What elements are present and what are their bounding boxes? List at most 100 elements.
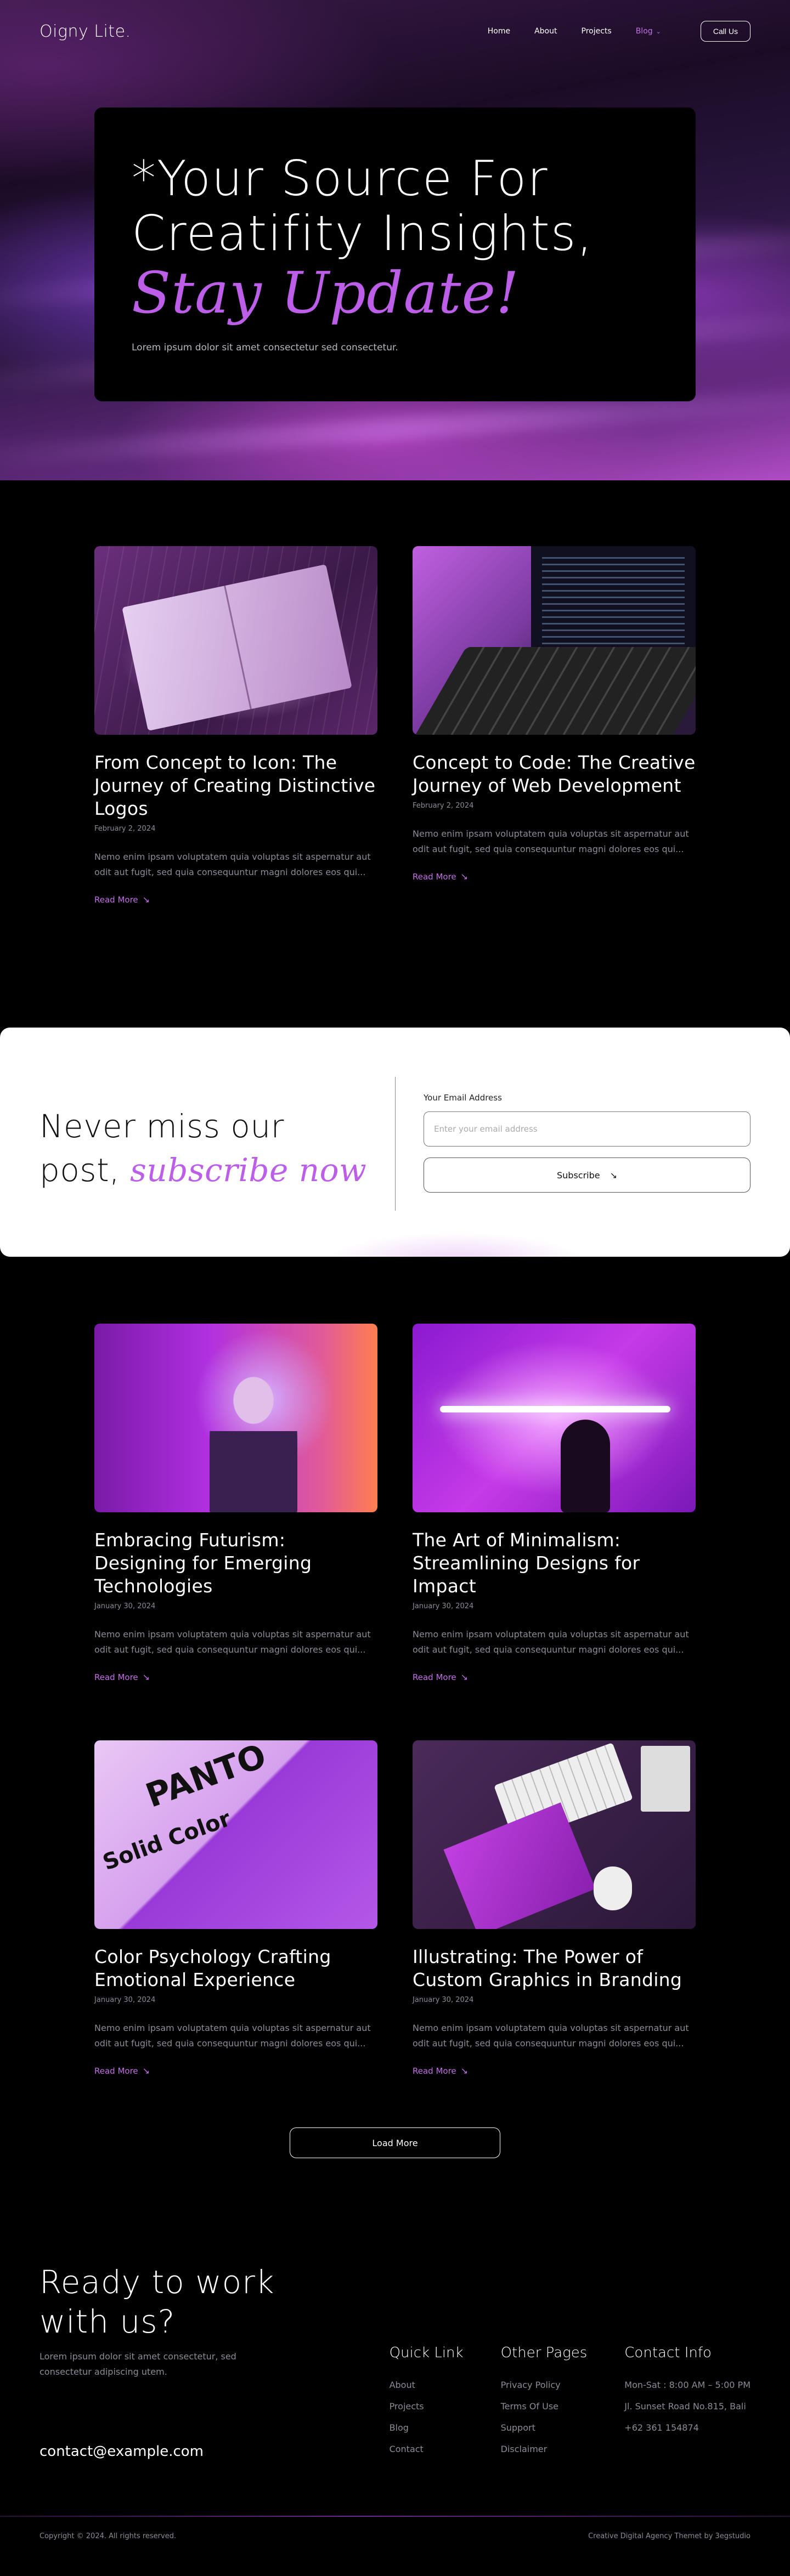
post-excerpt: Nemo enim ipsam voluptatem quia voluptas… [413, 1629, 689, 1655]
footer-contact-info: Contact Info Mon-Sat : 8:00 AM – 5:00 PM… [624, 2345, 751, 2460]
footer-link-about[interactable]: About [390, 2374, 464, 2396]
subscribe-form: Your Email Address Subscribe ↘ [424, 1092, 751, 1193]
arrow-down-right-icon: ↘ [142, 894, 150, 905]
footer-link-projects[interactable]: Projects [390, 2396, 464, 2417]
post-card: From Concept to Icon: The Journey of Cre… [94, 546, 377, 905]
post-image-logo-sketchbook[interactable] [94, 546, 377, 735]
footer-title-line2: with us? [40, 2303, 176, 2340]
nav-link-home[interactable]: Home [488, 27, 510, 36]
post-card: The Art of Minimalism: Streamlining Desi… [413, 1324, 696, 1682]
post-title[interactable]: Color Psychology Crafting Emotional Expe… [94, 1945, 377, 1991]
arrow-down-right-icon: ↘ [142, 1672, 150, 1682]
contact-phone[interactable]: +62 361 154874 [624, 2417, 751, 2438]
post-title[interactable]: Embracing Futurism: Designing for Emergi… [94, 1529, 377, 1598]
read-more-label: Read More [413, 871, 456, 882]
other-pages-heading: Other Pages [500, 2345, 588, 2361]
read-more-label: Read More [94, 1672, 138, 1682]
read-more-label: Read More [94, 2066, 138, 2076]
post-date: January 30, 2024 [413, 1602, 474, 1610]
nav-link-blog[interactable]: Blog ⌄ [636, 27, 661, 36]
nav-link-blog-label: Blog [635, 27, 653, 36]
post-title[interactable]: Illustrating: The Power of Custom Graphi… [413, 1945, 696, 1991]
post-date: January 30, 2024 [94, 1602, 156, 1610]
post-image-pantone-swatch[interactable]: PANTO Solid Color [94, 1740, 377, 1929]
post-date: February 2, 2024 [413, 802, 474, 810]
subscribe-button[interactable]: Subscribe ↘ [424, 1158, 751, 1193]
solid-color-text: Solid Color [99, 1806, 234, 1876]
arrow-down-right-icon: ↘ [142, 2066, 150, 2076]
post-excerpt: Nemo enim ipsam voluptatem quia voluptas… [94, 2023, 371, 2049]
contact-address: Jl. Sunset Road No.815, Bali [624, 2401, 746, 2412]
footer-columns: Quick Link About Projects Blog Contact O… [390, 2345, 751, 2460]
post-image-vr-headset[interactable] [94, 1324, 377, 1512]
post-excerpt: Nemo enim ipsam voluptatem quia voluptas… [94, 852, 371, 877]
call-us-button[interactable]: Call Us [700, 21, 751, 42]
post-card: Illustrating: The Power of Custom Graphi… [413, 1740, 696, 2076]
hero-subtitle: Lorem ipsum dolor sit amet consectetur s… [132, 342, 398, 353]
arrow-down-right-icon: ↘ [460, 871, 469, 882]
load-more-wrap: Load More [0, 2127, 790, 2158]
nav-link-projects[interactable]: Projects [582, 27, 612, 36]
footer-email-link[interactable]: contact@example.com [40, 2443, 314, 2460]
footer-description: Lorem ipsum dolor sit amet consectetur, … [40, 2351, 236, 2377]
footer-other-pages: Other Pages Privacy Policy Terms Of Use … [501, 2345, 588, 2460]
post-title[interactable]: From Concept to Icon: The Journey of Cre… [94, 751, 377, 820]
hero-title: *Your Source For Creatifity Insights, St… [132, 151, 658, 326]
nav-link-about[interactable]: About [534, 27, 557, 36]
footer-link-disclaimer[interactable]: Disclaimer [501, 2438, 588, 2460]
post-card: PANTO Solid Color Color Psychology Craft… [94, 1740, 377, 2076]
footer-link-terms[interactable]: Terms Of Use [501, 2396, 588, 2417]
post-image-neon-light[interactable] [413, 1324, 696, 1512]
footer-title-line1: Ready to work [40, 2263, 275, 2301]
post-title[interactable]: The Art of Minimalism: Streamlining Desi… [413, 1529, 696, 1598]
subscribe-title: Never miss our post, subscribe now [40, 1104, 366, 1192]
footer-link-support[interactable]: Support [501, 2417, 588, 2438]
post-excerpt: Nemo enim ipsam voluptatem quia voluptas… [413, 2023, 689, 2049]
load-more-button[interactable]: Load More [290, 2127, 500, 2158]
blog-posts-top: From Concept to Icon: The Journey of Cre… [0, 480, 790, 1028]
footer-link-blog[interactable]: Blog [390, 2417, 464, 2438]
post-excerpt: Nemo enim ipsam voluptatem quia voluptas… [413, 829, 689, 854]
post-date: January 30, 2024 [94, 1996, 156, 2004]
hero-section: Oigny Lite. Home About Projects Blog ⌄ Ca… [0, 0, 790, 480]
read-more-label: Read More [94, 894, 138, 905]
hero-title-accent: Stay Update! [132, 259, 520, 326]
site-logo[interactable]: Oigny Lite. [40, 22, 131, 41]
post-card: Concept to Code: The Creative Journey of… [413, 546, 696, 905]
subscribe-divider [395, 1077, 396, 1211]
read-more-link[interactable]: Read More ↘ [413, 2066, 468, 2076]
hero-title-line2: Creatifity Insights, [132, 205, 594, 262]
pantone-text: PANTO [140, 1740, 272, 1815]
nav-links: Home About Projects Blog ⌄ [488, 27, 661, 36]
quick-links-heading: Quick Link [389, 2345, 464, 2361]
footer-quick-links: Quick Link About Projects Blog Contact [390, 2345, 464, 2460]
read-more-link[interactable]: Read More ↘ [413, 871, 468, 882]
read-more-link[interactable]: Read More ↘ [94, 2066, 150, 2076]
email-field[interactable] [424, 1111, 751, 1147]
read-more-link[interactable]: Read More ↘ [94, 1672, 150, 1682]
subscribe-title-line2: post, [40, 1151, 120, 1189]
footer-bottom-bar: Copyright © 2024. All rights reserved. C… [40, 2517, 751, 2560]
footer-link-contact[interactable]: Contact [390, 2438, 464, 2460]
footer: Ready to work with us? Lorem ipsum dolor… [0, 2262, 790, 2560]
subscribe-title-accent: subscribe now [130, 1151, 367, 1189]
read-more-link[interactable]: Read More ↘ [413, 1672, 468, 1682]
post-title[interactable]: Concept to Code: The Creative Journey of… [413, 751, 696, 797]
post-date: February 2, 2024 [94, 825, 156, 833]
read-more-label: Read More [413, 1672, 456, 1682]
post-image-laptop-code[interactable] [413, 546, 696, 735]
subscribe-button-label: Subscribe [556, 1170, 600, 1181]
credit-text: Creative Digital Agency Themet by 3egstu… [588, 2532, 751, 2540]
blog-posts-bottom: Embracing Futurism: Designing for Emergi… [0, 1257, 790, 2158]
post-excerpt: Nemo enim ipsam voluptatem quia voluptas… [94, 1629, 371, 1655]
arrow-down-right-icon: ↘ [460, 2066, 469, 2076]
email-label: Your Email Address [424, 1093, 502, 1103]
subscribe-section: Never miss our post, subscribe now Your … [0, 1028, 790, 1257]
arrow-down-right-icon: ↘ [460, 1672, 469, 1682]
read-more-link[interactable]: Read More ↘ [94, 894, 150, 905]
contact-hours: Mon-Sat : 8:00 AM – 5:00 PM [624, 2380, 751, 2390]
footer-title: Ready to work with us? [40, 2262, 314, 2341]
post-card: Embracing Futurism: Designing for Emergi… [94, 1324, 377, 1682]
footer-link-privacy[interactable]: Privacy Policy [501, 2374, 588, 2396]
post-image-desk-setup[interactable] [413, 1740, 696, 1929]
